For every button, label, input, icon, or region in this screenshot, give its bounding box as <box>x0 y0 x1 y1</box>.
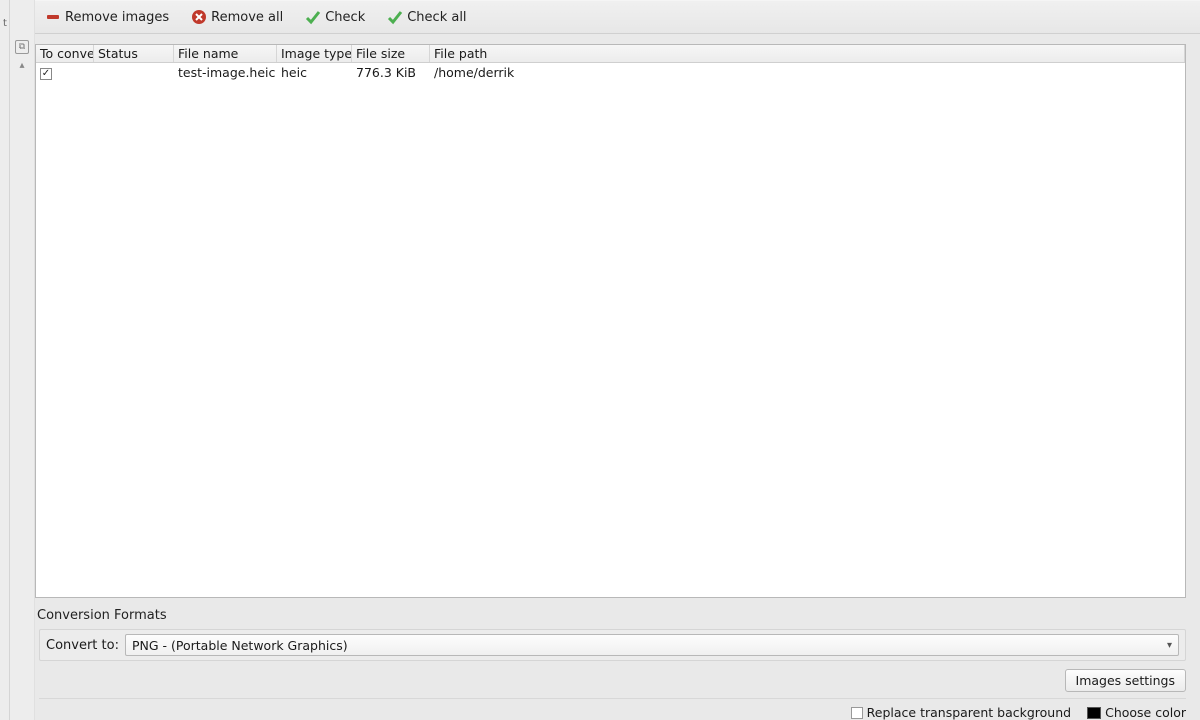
convert-to-label: Convert to: <box>40 638 125 653</box>
remove-images-button[interactable]: Remove images <box>41 7 173 27</box>
table-body[interactable]: ✓ test-image.heic heic 776.3 KiB /home/d… <box>36 63 1185 597</box>
col-header-image-type[interactable]: Image type <box>277 45 352 62</box>
convert-to-select[interactable]: PNG - (Portable Network Graphics) ▾ <box>125 634 1179 656</box>
main-panel: Remove images Remove all Check Check all <box>35 0 1200 720</box>
col-header-file-size[interactable]: File size <box>352 45 430 62</box>
divider <box>39 698 1186 699</box>
replace-transparent-bg-option[interactable]: Replace transparent background <box>851 705 1071 720</box>
cell-to-convert[interactable]: ✓ <box>36 64 94 80</box>
check-icon <box>305 9 321 25</box>
check-all-button[interactable]: Check all <box>383 7 470 27</box>
images-settings-button[interactable]: Images settings <box>1065 669 1186 692</box>
replace-transparent-bg-label: Replace transparent background <box>867 705 1071 720</box>
col-header-file-path[interactable]: File path <box>430 45 1185 62</box>
check-all-label: Check all <box>407 10 466 25</box>
panel-toggle-icon[interactable]: ⧉ <box>15 40 29 54</box>
minus-icon <box>45 9 61 25</box>
choose-color-option[interactable]: Choose color <box>1087 705 1186 720</box>
table-header-row: To convert Status File name Image type F… <box>36 45 1185 63</box>
row-checkbox[interactable]: ✓ <box>40 68 52 80</box>
convert-to-selected-value: PNG - (Portable Network Graphics) <box>132 638 348 653</box>
table-row[interactable]: ✓ test-image.heic heic 776.3 KiB /home/d… <box>36 63 1185 81</box>
remove-all-button[interactable]: Remove all <box>187 7 287 27</box>
col-header-file-name[interactable]: File name <box>174 45 277 62</box>
col-header-status[interactable]: Status <box>94 45 174 62</box>
cell-file-name: test-image.heic <box>174 65 277 80</box>
cell-file-size: 776.3 KiB <box>352 65 430 80</box>
file-table: To convert Status File name Image type F… <box>35 44 1186 598</box>
remove-images-label: Remove images <box>65 10 169 25</box>
remove-all-label: Remove all <box>211 10 283 25</box>
color-swatch[interactable] <box>1087 707 1101 719</box>
cell-image-type: heic <box>277 65 352 80</box>
convert-to-row: Convert to: PNG - (Portable Network Grap… <box>39 629 1186 661</box>
replace-transparent-bg-checkbox[interactable] <box>851 707 863 719</box>
bottom-options-row: Replace transparent background Choose co… <box>39 705 1186 720</box>
left-gutter: t <box>0 0 10 720</box>
check-label: Check <box>325 10 365 25</box>
check-button[interactable]: Check <box>301 7 369 27</box>
toolbar: Remove images Remove all Check Check all <box>35 0 1200 34</box>
chevron-down-icon: ▾ <box>1167 640 1172 651</box>
conversion-formats-title: Conversion Formats <box>35 604 1186 627</box>
close-circle-icon <box>191 9 207 25</box>
truncated-letter: t <box>3 18 7 29</box>
cell-file-path: /home/derrik <box>430 65 1185 80</box>
collapse-up-icon[interactable]: ▴ <box>19 60 24 71</box>
col-header-to-convert[interactable]: To convert <box>36 45 94 62</box>
left-icon-column: ⧉ ▴ <box>10 0 35 720</box>
choose-color-label: Choose color <box>1105 705 1186 720</box>
check-icon <box>387 9 403 25</box>
